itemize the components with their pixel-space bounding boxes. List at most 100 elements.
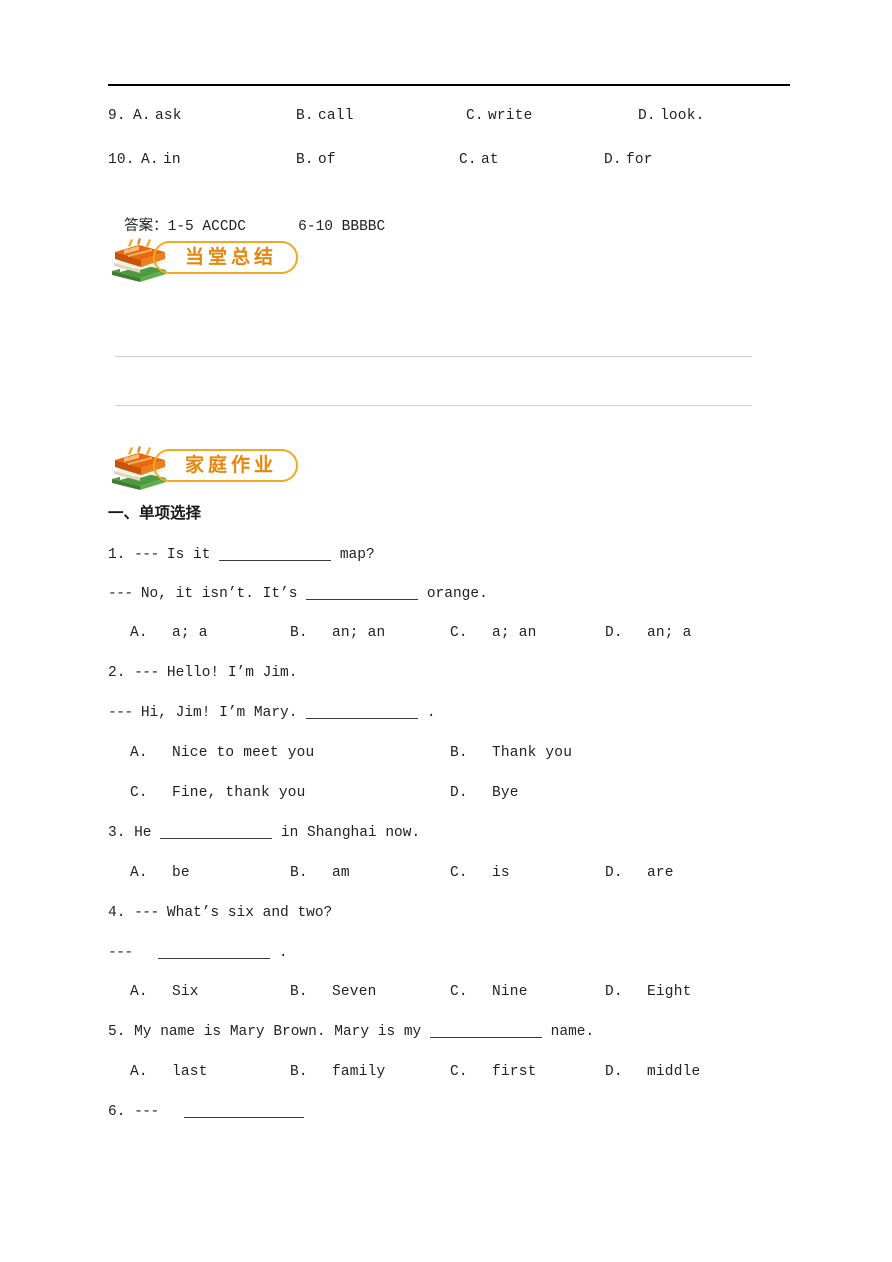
question-2-line-1-pre: Hello! I’m Jim. bbox=[166, 665, 298, 681]
question-3-option-a-letter: A. bbox=[130, 865, 148, 881]
top-horizontal-rule bbox=[108, 84, 790, 86]
question-4-line-1-pre: What’s six and two? bbox=[166, 905, 333, 921]
question-6-line-1-dash: --- bbox=[134, 1104, 167, 1120]
question-5-option-a-letter: A. bbox=[130, 1064, 148, 1080]
question-4-option-d-letter: D. bbox=[605, 984, 623, 1000]
cloze-item-9: 9. A. ask B. call C. write D. look. bbox=[0, 105, 892, 127]
question-4-options: A. Six B. Seven C. Nine D. Eight bbox=[0, 981, 892, 1003]
question-2-options-row-1: A. Nice to meet you B. Thank you bbox=[0, 742, 892, 764]
question-2-option-b-text: Thank you bbox=[492, 745, 573, 761]
question-3-option-b-text: am bbox=[332, 865, 350, 881]
question-3-line-1: 3. He in Shanghai now. bbox=[108, 822, 420, 844]
question-3-blank-1 bbox=[160, 825, 273, 839]
cloze-item-9-number: 9. bbox=[108, 108, 126, 124]
cloze-item-9-option-d-letter: D. bbox=[638, 108, 656, 124]
question-4-option-d-text: Eight bbox=[647, 984, 692, 1000]
question-5-option-d-text: middle bbox=[647, 1064, 701, 1080]
question-4-line-2-post: . bbox=[278, 945, 288, 961]
question-3-option-d-text: are bbox=[647, 865, 674, 881]
question-1-blank-1 bbox=[219, 547, 332, 561]
question-2-number: 2. bbox=[108, 665, 135, 681]
question-3-options: A. be B. am C. is D. are bbox=[0, 862, 892, 884]
cloze-item-10-option-b-text: of bbox=[318, 152, 336, 168]
cloze-item-10-option-d-text: for bbox=[626, 152, 653, 168]
cloze-item-10: 10. A. in B. of C. at D. for bbox=[0, 149, 892, 171]
cloze-item-9-option-c-letter: C. bbox=[466, 108, 484, 124]
question-4-number: 4. bbox=[108, 905, 135, 921]
summary-banner-label: 当堂总结 bbox=[184, 247, 277, 268]
summary-write-line-2 bbox=[115, 405, 752, 406]
question-3-option-c-text: is bbox=[492, 865, 510, 881]
homework-section-banner: 家庭作业 bbox=[108, 444, 298, 490]
question-5-option-c-letter: C. bbox=[450, 1064, 468, 1080]
question-2-option-a-text: Nice to meet you bbox=[172, 745, 315, 761]
question-4-option-c-text: Nine bbox=[492, 984, 528, 1000]
cloze-item-10-option-b-letter: B. bbox=[296, 152, 314, 168]
question-1-line-2-dash: --- bbox=[108, 586, 141, 602]
cloze-item-9-option-a-letter: A. bbox=[133, 108, 151, 124]
cloze-item-10-option-c-letter: C. bbox=[459, 152, 477, 168]
question-1-option-b-text: an; an bbox=[332, 625, 386, 641]
question-2-line-2-dash: --- bbox=[108, 705, 141, 721]
cloze-item-10-option-d-letter: D. bbox=[604, 152, 622, 168]
cloze-item-9-option-d-text: look. bbox=[660, 108, 705, 124]
question-1-line-2-pre: No, it isn’t. It’s bbox=[140, 586, 298, 602]
question-1-option-a-text: a; a bbox=[172, 625, 208, 641]
question-3-option-d-letter: D. bbox=[605, 865, 623, 881]
cloze-item-9-option-c-text: write bbox=[488, 108, 533, 124]
question-2-line-2-post: . bbox=[426, 705, 436, 721]
question-5-option-b-letter: B. bbox=[290, 1064, 308, 1080]
question-5-option-b-text: family bbox=[332, 1064, 386, 1080]
cloze-item-10-option-a-text: in bbox=[163, 152, 181, 168]
cloze-item-9-option-a-text: ask bbox=[155, 108, 182, 124]
question-5-blank-1 bbox=[429, 1024, 542, 1038]
question-5-line-1-post: name. bbox=[550, 1024, 595, 1040]
question-2-option-d-letter: D. bbox=[450, 785, 468, 801]
question-3-number: 3. bbox=[108, 825, 135, 841]
question-5-option-d-letter: D. bbox=[605, 1064, 623, 1080]
document-page: 9. A. ask B. call C. write D. look. 10. … bbox=[0, 0, 892, 1262]
question-4-line-1: 4. --- What’s six and two? bbox=[108, 902, 332, 924]
question-2-line-1-dash: --- bbox=[134, 665, 167, 681]
question-6-line-1: 6. --- bbox=[108, 1101, 305, 1123]
question-1-option-a-letter: A. bbox=[130, 625, 148, 641]
cloze-item-9-option-b-text: call bbox=[318, 108, 354, 124]
question-4-blank-1 bbox=[158, 945, 271, 959]
question-2-blank-1 bbox=[306, 705, 419, 719]
question-1-number: 1. bbox=[108, 547, 135, 563]
question-5-line-1-pre: My name is Mary Brown. Mary is my bbox=[134, 1024, 422, 1040]
question-3-option-c-letter: C. bbox=[450, 865, 468, 881]
question-1-option-c-letter: C. bbox=[450, 625, 468, 641]
question-1-option-d-letter: D. bbox=[605, 625, 623, 641]
question-4-line-2: --- . bbox=[108, 942, 288, 964]
question-2-options-row-2: C. Fine, thank you D. Bye bbox=[0, 782, 892, 804]
question-1-blank-2 bbox=[306, 586, 419, 600]
question-4-option-b-letter: B. bbox=[290, 984, 308, 1000]
summary-write-line-1 bbox=[115, 356, 752, 357]
question-3-line-1-post: in Shanghai now. bbox=[280, 825, 421, 841]
question-4-option-a-text: Six bbox=[172, 984, 199, 1000]
question-2-option-b-letter: B. bbox=[450, 745, 468, 761]
question-1-line-2-post: orange. bbox=[426, 586, 488, 602]
question-5-option-a-text: last bbox=[172, 1064, 208, 1080]
question-1-line-1-pre: Is it bbox=[166, 547, 211, 563]
question-2-option-a-letter: A. bbox=[130, 745, 148, 761]
question-2-line-2-pre: Hi, Jim! I’m Mary. bbox=[140, 705, 298, 721]
question-1-line-2: --- No, it isn’t. It’s orange. bbox=[108, 583, 488, 605]
cloze-item-10-option-c-text: at bbox=[481, 152, 499, 168]
cloze-item-10-number: 10. bbox=[108, 152, 135, 168]
question-5-options: A. last B. family C. first D. middle bbox=[0, 1061, 892, 1083]
question-1-option-d-text: an; a bbox=[647, 625, 692, 641]
answer-key-label: 答案： bbox=[124, 218, 168, 234]
question-3-line-1-pre: He bbox=[134, 825, 152, 841]
question-1-option-b-letter: B. bbox=[290, 625, 308, 641]
question-2-line-1: 2. --- Hello! I’m Jim. bbox=[108, 662, 297, 684]
question-1-line-1-post: map? bbox=[339, 547, 375, 563]
cloze-item-10-option-a-letter: A. bbox=[141, 152, 159, 168]
summary-section-banner: 当堂总结 bbox=[108, 236, 298, 282]
question-2-option-c-letter: C. bbox=[130, 785, 148, 801]
answer-key-range-1: 1-5 ACCDC bbox=[167, 219, 246, 235]
question-1-option-c-text: a; an bbox=[492, 625, 537, 641]
homework-banner-label: 家庭作业 bbox=[184, 455, 277, 476]
homework-subsection-heading: 一、单项选择 bbox=[108, 505, 202, 522]
